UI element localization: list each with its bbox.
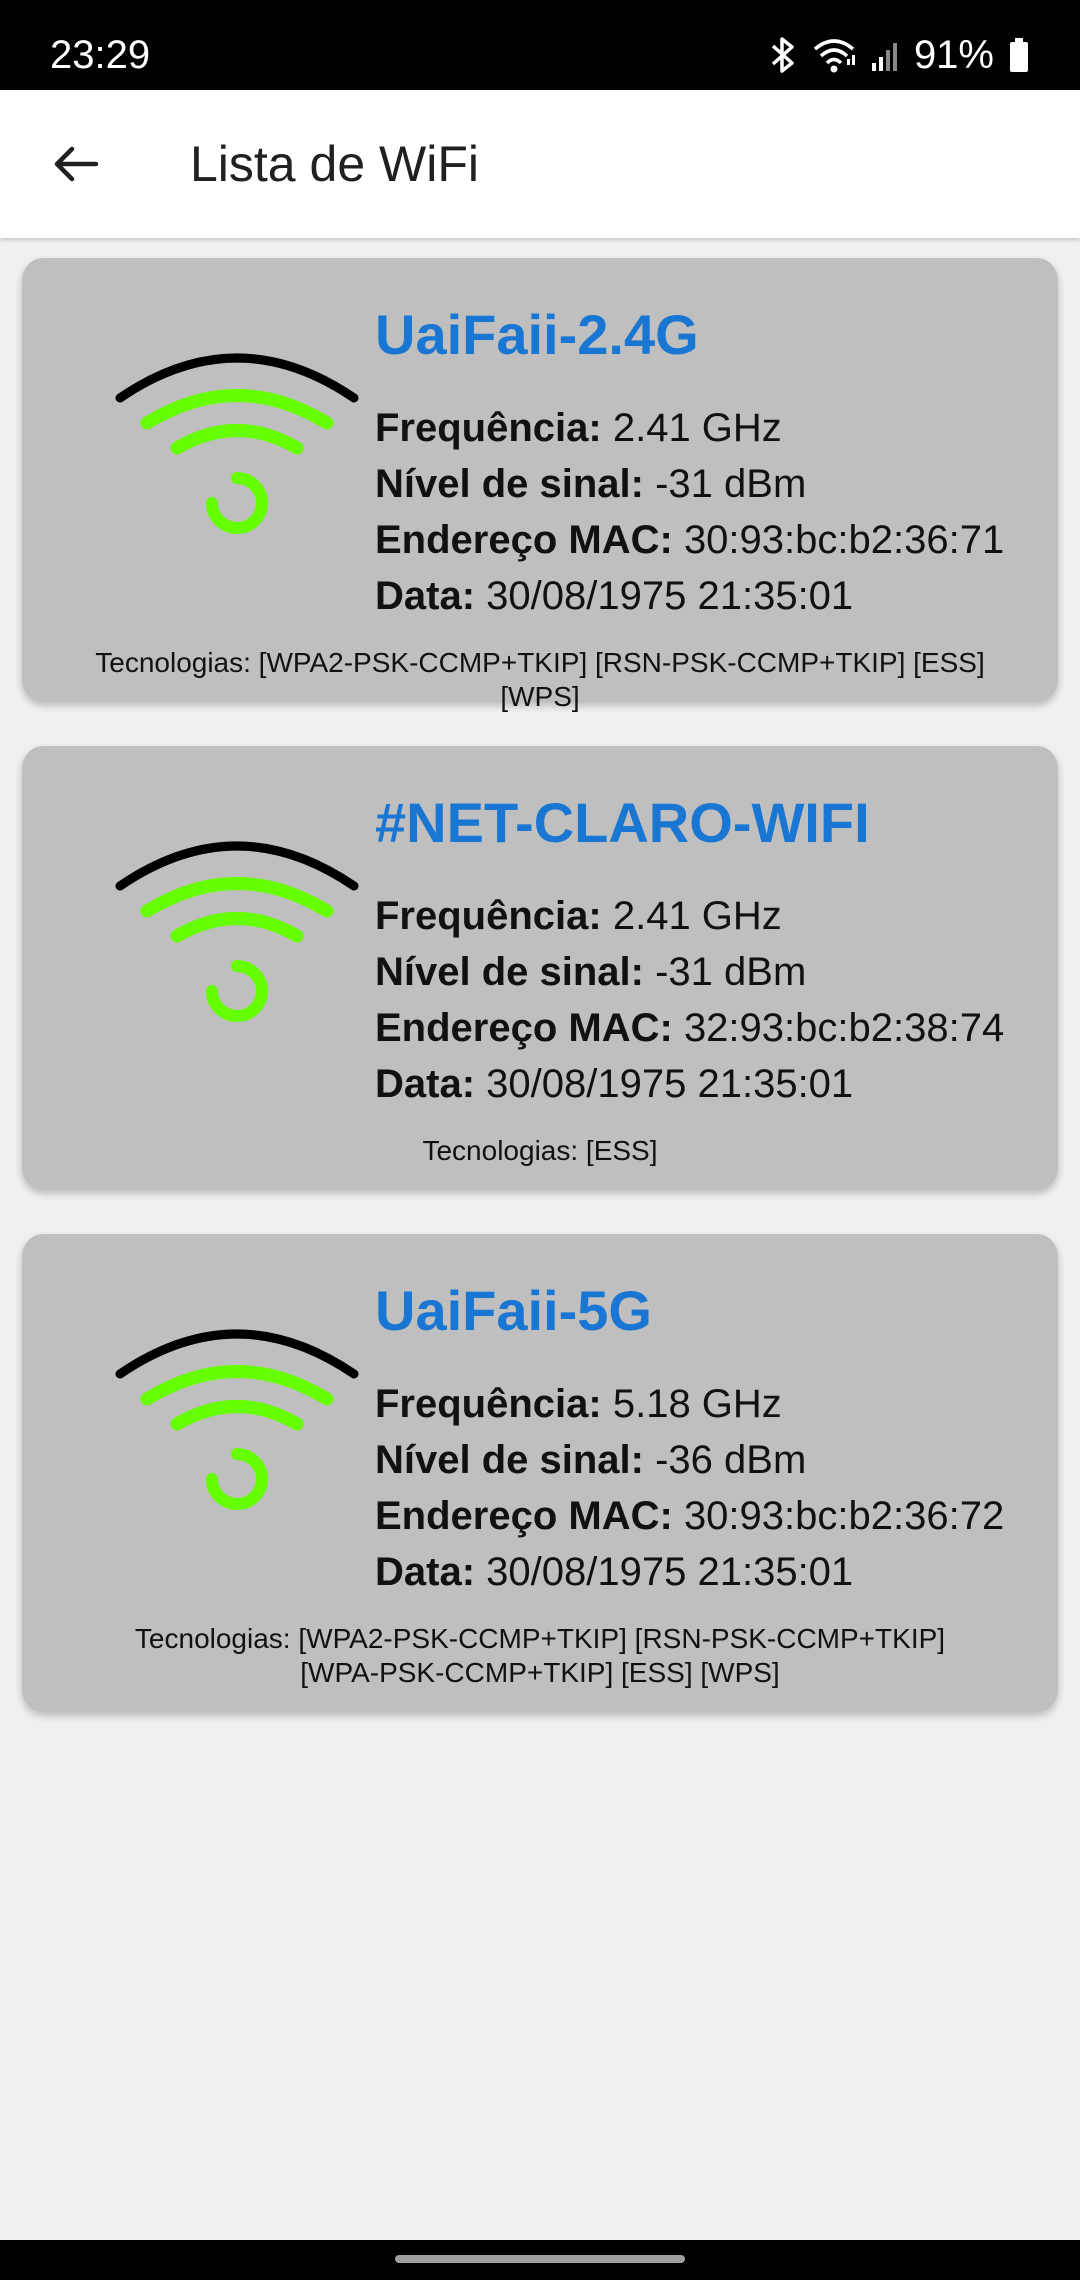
arrow-left-icon — [54, 146, 99, 182]
battery-icon — [1010, 38, 1028, 72]
technologies-text: Tecnologias: [WPA2-PSK-CCMP+TKIP] [RSN-P… — [52, 1622, 1028, 1690]
wifi-signal-icon — [115, 841, 359, 1022]
cell-signal-icon — [871, 43, 897, 71]
date-value: 30/08/1975 21:35:01 — [486, 574, 854, 618]
navigation-bar — [0, 2240, 1080, 2280]
date-row: Data: 30/08/1975 21:35:01 — [375, 1056, 853, 1112]
status-time: 23:29 — [50, 33, 151, 77]
signal-label: Nível de sinal: — [375, 1438, 644, 1482]
technologies-line: Tecnologias: [WPA2-PSK-CCMP+TKIP] [RSN-P… — [95, 647, 985, 712]
wifi-network-card[interactable]: UaiFaii-5G Frequência: 5.18 GHz Nível de… — [22, 1234, 1058, 1712]
wifi-network-card[interactable]: UaiFaii-2.4G Frequência: 2.41 GHz Nível … — [22, 258, 1058, 712]
date-row: Data: 30/08/1975 21:35:01 — [375, 568, 853, 624]
mac-label: Endereço MAC: — [375, 1006, 673, 1050]
date-value: 30/08/1975 21:35:01 — [486, 1062, 854, 1106]
date-label: Data: — [375, 574, 476, 618]
signal-row: Nível de sinal: -31 dBm — [375, 944, 806, 1000]
home-gesture-handle[interactable] — [395, 2255, 685, 2263]
wifi-network-card[interactable]: #NET-CLARO-WIFI Frequência: 2.41 GHz Nív… — [22, 746, 1058, 1190]
technologies-text: Tecnologias: [ESS] — [52, 1134, 1028, 1168]
app-bar: Lista de WiFi — [0, 90, 1080, 238]
mac-row: Endereço MAC: 32:93:bc:b2:38:74 — [375, 1000, 1004, 1056]
signal-row: Nível de sinal: -31 dBm — [375, 456, 806, 512]
signal-label: Nível de sinal: — [375, 462, 644, 506]
technologies-line: Tecnologias: [WPA2-PSK-CCMP+TKIP] [RSN-P… — [134, 1623, 946, 1654]
wifi-signal-icon — [115, 353, 359, 534]
status-icons: 91% — [768, 30, 1030, 80]
frequency-label: Frequência: — [375, 894, 602, 938]
mac-label: Endereço MAC: — [375, 1494, 673, 1538]
date-row: Data: 30/08/1975 21:35:01 — [375, 1544, 853, 1600]
frequency-row: Frequência: 2.41 GHz — [375, 400, 782, 456]
frequency-row: Frequência: 2.41 GHz — [375, 888, 782, 944]
frequency-label: Frequência: — [375, 406, 602, 450]
date-value: 30/08/1975 21:35:01 — [486, 1550, 854, 1594]
signal-value: -31 dBm — [655, 950, 807, 994]
technologies-text: Tecnologias: [WPA2-PSK-CCMP+TKIP] [RSN-P… — [52, 646, 1028, 714]
date-label: Data: — [375, 1550, 476, 1594]
wifi-signal-icon — [115, 1329, 359, 1510]
network-ssid: #NET-CLARO-WIFI — [375, 791, 870, 854]
network-ssid: UaiFaii-5G — [375, 1279, 652, 1342]
network-ssid: UaiFaii-2.4G — [375, 303, 699, 366]
mac-value: 30:93:bc:b2:36:72 — [683, 1494, 1005, 1538]
status-bar: 23:29 91% — [0, 0, 1080, 90]
signal-label: Nível de sinal: — [375, 950, 644, 994]
mac-row: Endereço MAC: 30:93:bc:b2:36:72 — [375, 1488, 1004, 1544]
technologies-line: Tecnologias: [ESS] — [422, 1135, 658, 1166]
mac-label: Endereço MAC: — [375, 518, 673, 562]
bluetooth-icon — [771, 37, 794, 73]
frequency-label: Frequência: — [375, 1382, 602, 1426]
wifi-status-icon — [813, 39, 855, 73]
signal-value: -31 dBm — [655, 462, 807, 506]
frequency-value: 5.18 GHz — [612, 1382, 782, 1426]
back-button[interactable] — [38, 126, 114, 202]
battery-percentage: 91% — [913, 33, 994, 77]
frequency-row: Frequência: 5.18 GHz — [375, 1376, 782, 1432]
mac-value: 32:93:bc:b2:38:74 — [683, 1006, 1005, 1050]
signal-row: Nível de sinal: -36 dBm — [375, 1432, 806, 1488]
frequency-value: 2.41 GHz — [612, 894, 782, 938]
technologies-line: [WPA-PSK-CCMP+TKIP] [ESS] [WPS] — [300, 1657, 780, 1688]
frequency-value: 2.41 GHz — [612, 406, 782, 450]
page-title: Lista de WiFi — [190, 136, 479, 192]
date-label: Data: — [375, 1062, 476, 1106]
mac-value: 30:93:bc:b2:36:71 — [683, 518, 1005, 562]
mac-row: Endereço MAC: 30:93:bc:b2:36:71 — [375, 512, 1004, 568]
signal-value: -36 dBm — [655, 1438, 807, 1482]
